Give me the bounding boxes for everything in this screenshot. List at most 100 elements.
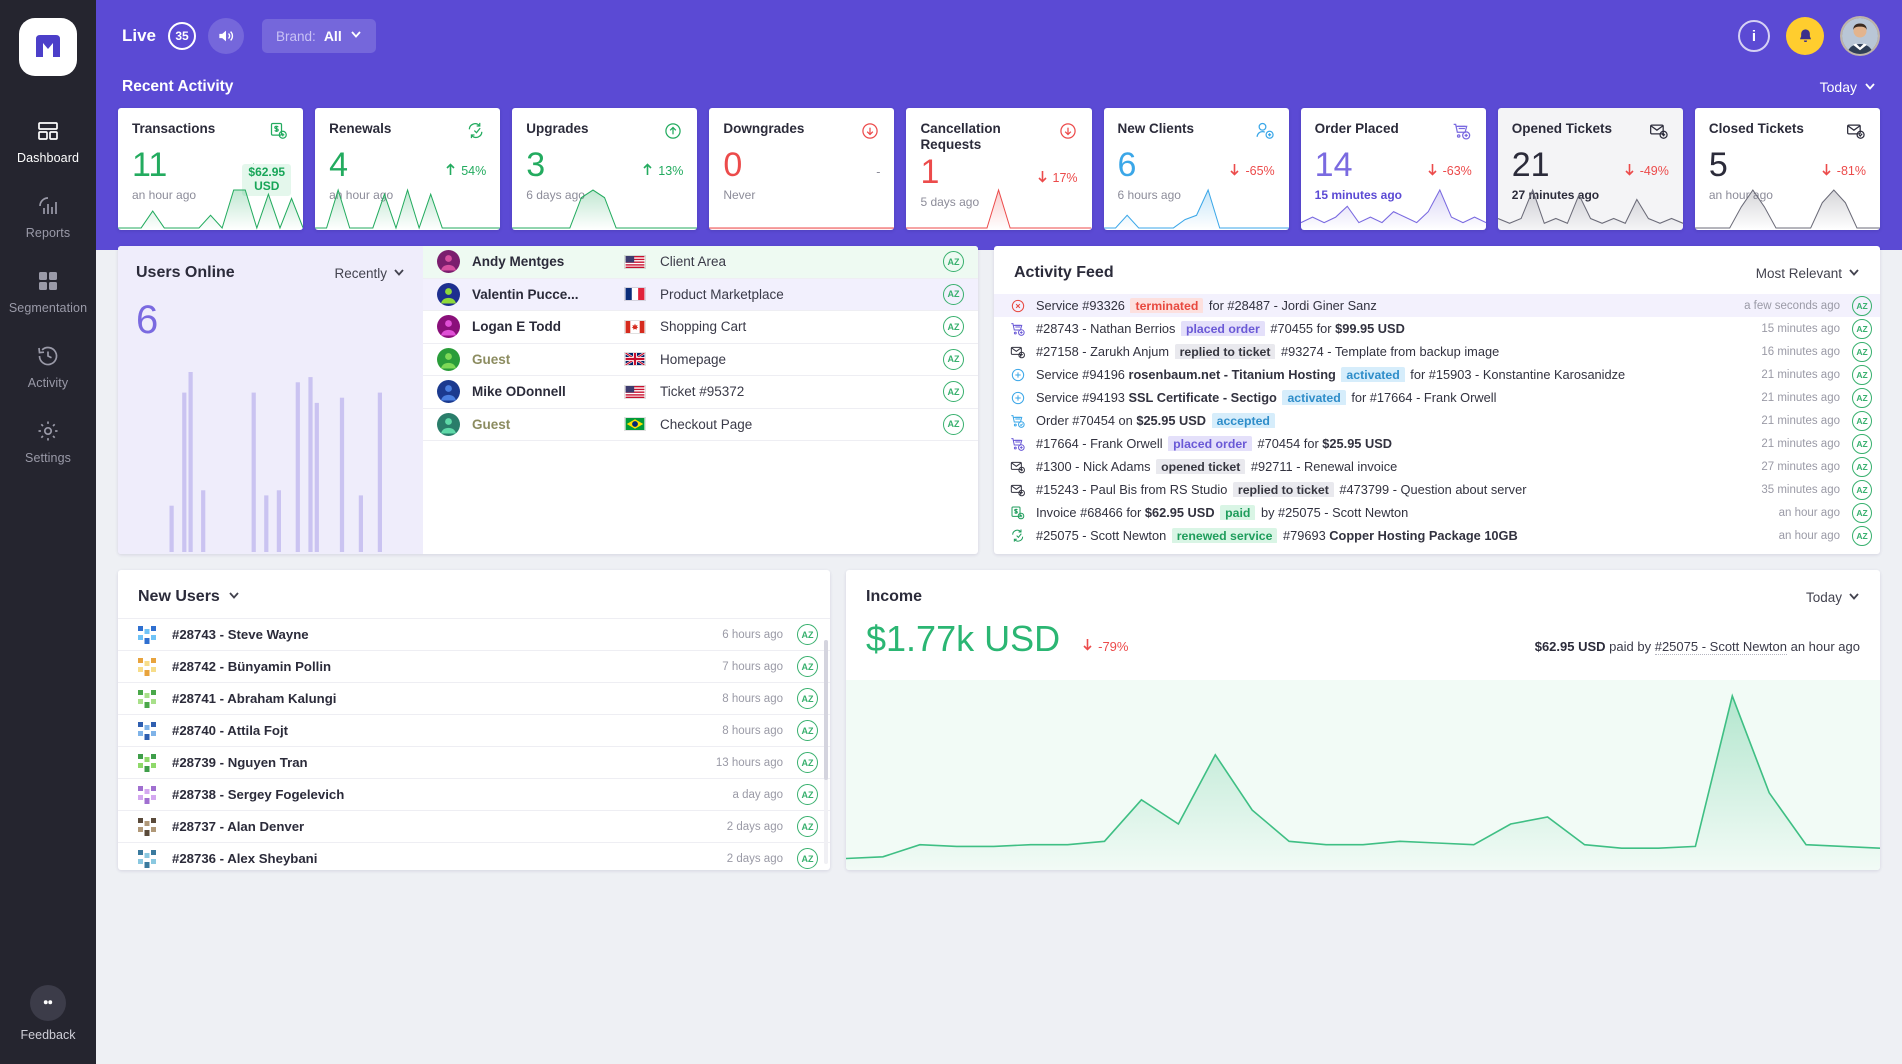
stat-card-value: 0 — [723, 148, 742, 184]
status-badge[interactable]: AZ — [943, 414, 964, 435]
status-badge[interactable]: AZ — [797, 752, 818, 773]
status-badge[interactable]: AZ — [1852, 319, 1872, 339]
arrow-down-circle-icon — [1058, 121, 1078, 146]
status-badge[interactable]: AZ — [797, 848, 818, 869]
new-user-name: #28742 - Bünyamin Pollin — [172, 659, 722, 674]
avatar[interactable] — [1840, 16, 1880, 56]
feedback-button[interactable]: Feedback — [0, 985, 96, 1042]
activity-feed-row[interactable]: Service #93326 terminated for #28487 - J… — [994, 294, 1880, 317]
status-badge[interactable]: AZ — [1852, 480, 1872, 500]
status-badge[interactable]: AZ — [1852, 457, 1872, 477]
status-badge[interactable]: AZ — [1852, 296, 1872, 316]
activity-feed-filter-label: Most Relevant — [1756, 266, 1842, 281]
chevron-down-icon — [1848, 590, 1860, 605]
bell-icon[interactable] — [1786, 17, 1824, 55]
activity-feed-row[interactable]: Invoice #68466 for $62.95 USD paid by #2… — [994, 501, 1880, 524]
sidebar-item-settings[interactable]: Settings — [0, 402, 96, 477]
status-badge[interactable]: AZ — [797, 656, 818, 677]
activity-feed-row[interactable]: #1300 - Nick Adams opened ticket #92711 … — [994, 455, 1880, 478]
status-badge[interactable]: AZ — [943, 316, 964, 337]
activity-feed-text: #25075 - Scott Newton renewed service #7… — [1036, 528, 1742, 543]
stat-card[interactable]: Order Placed14-63%15 minutes ago — [1301, 108, 1486, 230]
recent-activity-filter-label: Today — [1820, 79, 1857, 95]
stat-card[interactable]: Cancellation Requests117%5 days ago — [906, 108, 1091, 230]
income-note-user[interactable]: #25075 - Scott Newton — [1655, 639, 1787, 655]
recent-activity-filter[interactable]: Today — [1820, 79, 1876, 95]
new-user-row[interactable]: #28743 - Steve Wayne6 hours agoAZ — [118, 618, 830, 650]
new-user-row[interactable]: #28736 - Alex Sheybani2 days agoAZ — [118, 842, 830, 870]
status-badge[interactable]: AZ — [943, 381, 964, 402]
status-badge: terminated — [1130, 298, 1203, 313]
status-badge[interactable]: AZ — [1852, 434, 1872, 454]
activity-feed-text: #28743 - Nathan Berrios placed order #70… — [1036, 321, 1742, 336]
stat-card[interactable]: Renewals454%an hour ago — [315, 108, 500, 230]
sidebar-item-dashboard[interactable]: Dashboard — [0, 102, 96, 177]
speaker-icon[interactable] — [208, 18, 244, 54]
stat-card[interactable]: Transactions1121%an hour ago$62.95USD — [118, 108, 303, 230]
live-label: Live — [122, 26, 156, 46]
new-user-row[interactable]: #28740 - Attila Fojt8 hours agoAZ — [118, 714, 830, 746]
scrollbar-thumb[interactable] — [824, 640, 828, 780]
activity-feed-row[interactable]: #15243 - Paul Bis from RS Studio replied… — [994, 478, 1880, 501]
sidebar-item-segmentation[interactable]: Segmentation — [0, 252, 96, 327]
status-badge[interactable]: AZ — [1852, 365, 1872, 385]
status-badge[interactable]: AZ — [797, 720, 818, 741]
activity-feed-text: #15243 - Paul Bis from RS Studio replied… — [1036, 482, 1742, 497]
activity-feed-row[interactable]: #28743 - Nathan Berrios placed order #70… — [994, 317, 1880, 340]
activity-feed-row[interactable]: Order #70454 on $25.95 USD accepted21 mi… — [994, 409, 1880, 432]
user-online-row[interactable]: Andy MentgesClient AreaAZ — [423, 246, 978, 279]
stat-card[interactable]: New Clients6-65%6 hours ago — [1104, 108, 1289, 230]
flag-icon — [624, 417, 646, 431]
stat-card[interactable]: Closed Tickets5-81%an hour ago — [1695, 108, 1880, 230]
activity-feed-row[interactable]: Service #94196 rosenbaum.net - Titanium … — [994, 363, 1880, 386]
brand-filter-value: All — [324, 28, 342, 44]
arrow-down-icon — [1082, 638, 1093, 654]
status-badge[interactable]: AZ — [1852, 526, 1872, 546]
status-badge[interactable]: AZ — [797, 816, 818, 837]
status-badge[interactable]: AZ — [1852, 411, 1872, 431]
new-user-row[interactable]: #28737 - Alan Denver2 days agoAZ — [118, 810, 830, 842]
sidebar-item-label: Segmentation — [0, 301, 96, 315]
app-logo[interactable] — [19, 18, 77, 76]
stat-card-title: Renewals — [329, 121, 391, 137]
stat-card[interactable]: Downgrades0-Never — [709, 108, 894, 230]
user-online-row[interactable]: GuestHomepageAZ — [423, 344, 978, 377]
activity-feed-row[interactable]: #25075 - Scott Newton renewed service #7… — [994, 524, 1880, 547]
brand-filter[interactable]: Brand: All — [262, 19, 376, 53]
new-user-row[interactable]: #28739 - Nguyen Tran13 hours agoAZ — [118, 746, 830, 778]
sidebar-item-reports[interactable]: Reports — [0, 177, 96, 252]
status-badge[interactable]: AZ — [1852, 388, 1872, 408]
status-badge[interactable]: AZ — [1852, 503, 1872, 523]
info-icon[interactable]: i — [1738, 20, 1770, 52]
status-badge[interactable]: AZ — [797, 784, 818, 805]
users-online-count: 6 — [118, 282, 423, 343]
status-badge[interactable]: AZ — [797, 688, 818, 709]
user-online-row[interactable]: Valentin Pucce...Product MarketplaceAZ — [423, 279, 978, 312]
status-badge[interactable]: AZ — [943, 251, 964, 272]
user-online-row[interactable]: Mike ODonnellTicket #95372AZ — [423, 376, 978, 409]
activity-feed-filter[interactable]: Most Relevant — [1756, 266, 1860, 281]
new-user-row[interactable]: #28741 - Abraham Kalungi8 hours agoAZ — [118, 682, 830, 714]
new-user-row[interactable]: #28738 - Sergey Fogelevicha day agoAZ — [118, 778, 830, 810]
user-online-row[interactable]: GuestCheckout PageAZ — [423, 409, 978, 442]
users-online-filter[interactable]: Recently — [334, 266, 405, 281]
activity-feed-row[interactable]: #27158 - Zarukh Anjum replied to ticket … — [994, 340, 1880, 363]
user-online-name: Guest — [472, 417, 624, 432]
arrow-up-icon — [445, 163, 456, 179]
stat-card[interactable]: Upgrades313%6 days ago — [512, 108, 697, 230]
activity-feed-row[interactable]: #17664 - Frank Orwell placed order #7045… — [994, 432, 1880, 455]
income-filter[interactable]: Today — [1806, 590, 1860, 605]
new-user-row[interactable]: #28742 - Bünyamin Pollin7 hours agoAZ — [118, 650, 830, 682]
new-users-title[interactable]: New Users — [138, 588, 240, 606]
status-badge[interactable]: AZ — [797, 624, 818, 645]
status-badge[interactable]: AZ — [943, 284, 964, 305]
activity-feed-time: 21 minutes ago — [1742, 392, 1840, 404]
activity-feed-row[interactable]: Service #94193 SSL Certificate - Sectigo… — [994, 386, 1880, 409]
stat-card[interactable]: Opened Tickets21-49%27 minutes ago — [1498, 108, 1683, 230]
status-badge[interactable]: AZ — [1852, 342, 1872, 362]
users-online-chart — [118, 349, 423, 554]
user-online-row[interactable]: Logan E ToddShopping CartAZ — [423, 311, 978, 344]
status-badge[interactable]: AZ — [943, 349, 964, 370]
sidebar-item-activity[interactable]: Activity — [0, 327, 96, 402]
new-user-time: 6 hours ago — [722, 629, 783, 641]
